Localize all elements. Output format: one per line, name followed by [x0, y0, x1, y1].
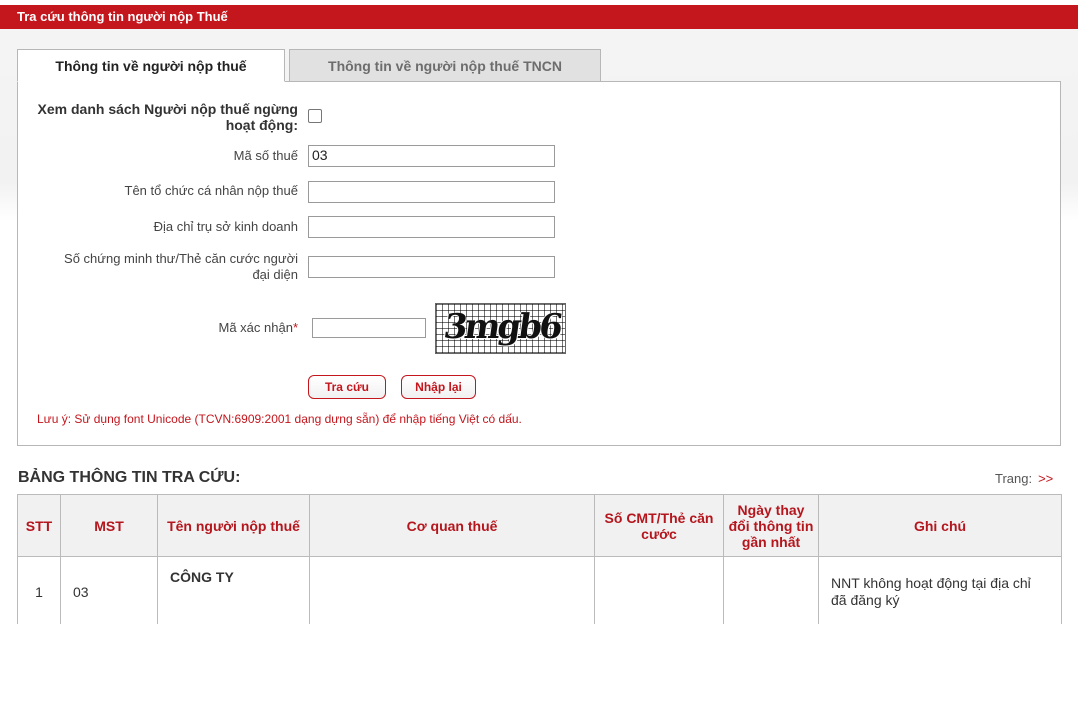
tab-taxpayer-tncn[interactable]: Thông tin về người nộp thuế TNCN	[289, 49, 601, 82]
col-tax-agency: Cơ quan thuế	[309, 494, 595, 557]
col-taxpayer-name: Tên người nộp thuế	[157, 494, 310, 557]
page-title-bar: Tra cứu thông tin người nộp Thuế	[0, 5, 1078, 29]
unicode-note: Lưu ý: Sử dụng font Unicode (TCVN:6909:2…	[37, 412, 522, 426]
cell-id-number	[594, 556, 724, 627]
col-mst: MST	[60, 494, 158, 557]
id-card-label-line1: Số chứng minh thư/Thẻ căn cước người	[64, 251, 298, 266]
captcha-text: 3mgb6	[441, 307, 563, 347]
id-card-label-line2: đại diện	[252, 267, 298, 282]
cell-tax-agency	[309, 556, 595, 627]
inactive-list-label: Xem danh sách Người nộp thuế ngừng hoạt …	[30, 101, 298, 133]
org-name-label: Tên tổ chức cá nhân nộp thuế	[124, 183, 299, 198]
cell-stt: 1	[17, 556, 61, 627]
table-header-row: STT MST Tên người nộp thuế Cơ quan thuế …	[17, 494, 1062, 557]
col-note: Ghi chú	[818, 494, 1062, 557]
search-button[interactable]: Tra cứu	[308, 375, 386, 399]
id-card-input[interactable]	[308, 256, 555, 278]
cell-mst: 03	[60, 556, 158, 627]
reset-button[interactable]: Nhập lại	[401, 375, 476, 399]
inactive-list-checkbox[interactable]	[308, 109, 322, 123]
required-mark: *	[292, 320, 298, 335]
tax-code-label: Mã số thuế	[233, 148, 298, 163]
id-card-label: Số chứng minh thư/Thẻ căn cước người đại…	[40, 251, 298, 283]
next-page-link[interactable]: >>	[1038, 471, 1053, 486]
pager-label: Trang:	[995, 471, 1033, 486]
captcha-input[interactable]	[312, 318, 426, 338]
captcha-image: 3mgb6	[435, 303, 566, 354]
cell-last-changed	[723, 556, 819, 627]
page-title: Tra cứu thông tin người nộp Thuế	[17, 9, 228, 24]
address-input[interactable]	[308, 216, 555, 238]
address-label: Địa chỉ trụ sở kinh doanh	[153, 219, 298, 234]
captcha-label: Mã xác nhận*	[150, 320, 299, 336]
table-row[interactable]: 1 03 CÔNG TY NNT không hoạt động tại địa…	[17, 556, 1062, 627]
results-title: BẢNG THÔNG TIN TRA CỨU:	[18, 469, 241, 486]
inactive-list-label-line2: hoạt động:	[225, 117, 298, 133]
tax-code-input[interactable]: 03	[308, 145, 555, 167]
pager: Trang: >>	[995, 471, 1053, 486]
col-last-changed: Ngày thay đổi thông tin gần nhất	[723, 494, 819, 557]
inactive-list-label-line1: Xem danh sách Người nộp thuế ngừng	[37, 101, 298, 117]
page-bottom-area	[0, 624, 1078, 703]
results-table: STT MST Tên người nộp thuế Cơ quan thuế …	[17, 494, 1062, 627]
col-id-number: Số CMT/Thẻ căn cước	[594, 494, 724, 557]
captcha-label-text: Mã xác nhận	[218, 320, 293, 335]
col-stt: STT	[17, 494, 61, 557]
cell-note: NNT không hoạt động tại địa chỉ đã đăng …	[818, 556, 1062, 627]
org-name-input[interactable]	[308, 181, 555, 203]
tab-taxpayer-info[interactable]: Thông tin về người nộp thuế	[17, 49, 285, 82]
cell-taxpayer-name[interactable]: CÔNG TY	[157, 556, 310, 627]
